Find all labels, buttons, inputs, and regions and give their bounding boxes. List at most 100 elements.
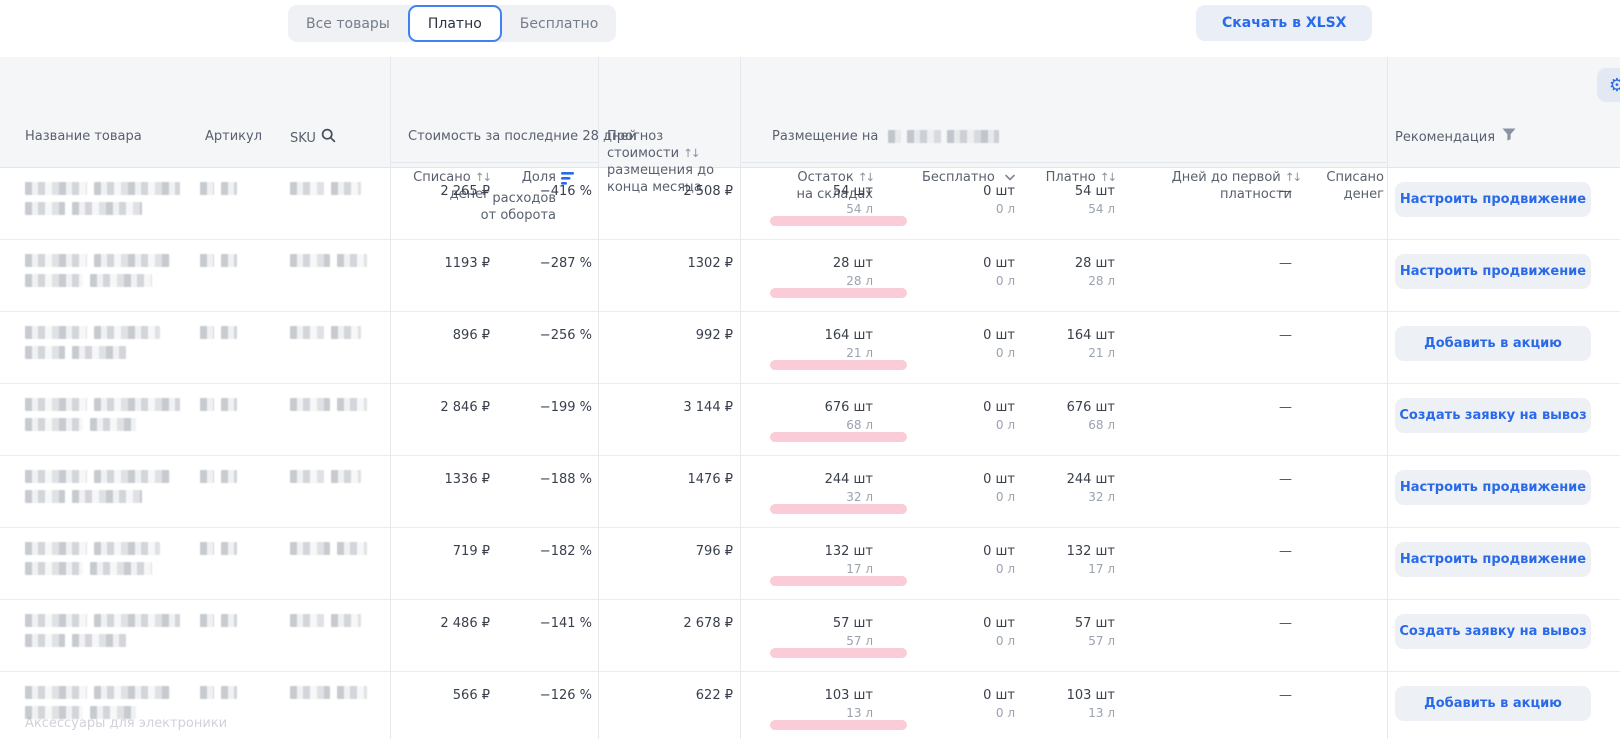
col-group-cost-28-days: Стоимость за последние 28 дней xyxy=(408,128,637,145)
redacted-text xyxy=(94,542,160,555)
redacted-text xyxy=(72,202,142,215)
product-sku-redacted xyxy=(290,398,386,418)
redacted-text xyxy=(25,634,65,647)
header-tier-divider-right xyxy=(740,162,1387,163)
column-divider xyxy=(740,57,741,739)
redacted-text xyxy=(94,326,160,339)
stock-volume-value: 57 л xyxy=(740,634,873,648)
download-xlsx-button[interactable]: Скачать в XLSX xyxy=(1196,5,1372,41)
recommendation-cell: Настроить продвижение xyxy=(1395,470,1591,505)
redacted-warehouse-name xyxy=(888,130,999,143)
forecast-value: 796 ₽ xyxy=(600,544,733,559)
days-to-first-charge-value: — xyxy=(1160,472,1292,487)
filter-funnel-icon[interactable] xyxy=(1502,128,1516,146)
redacted-text xyxy=(25,470,87,483)
charged-money-value: 2 265 ₽ xyxy=(390,184,490,199)
stock-level-bar xyxy=(770,360,907,370)
charged-money-value: 1193 ₽ xyxy=(390,256,490,271)
row-action-button[interactable]: Создать заявку на вывоз xyxy=(1395,398,1591,433)
stock-value: 57 шт57 л xyxy=(740,616,873,648)
redacted-text xyxy=(200,254,214,267)
redacted-text xyxy=(94,398,180,411)
product-name-redacted[interactable] xyxy=(25,254,190,294)
stock-volume-value: 68 л xyxy=(740,418,873,432)
days-to-first-charge-value: — xyxy=(1160,400,1292,415)
redacted-text xyxy=(200,542,214,555)
redacted-text xyxy=(290,542,330,555)
sort-icon[interactable]: ↑↓ xyxy=(683,146,698,160)
free-volume-value: 0 л xyxy=(880,418,1015,432)
redacted-text xyxy=(94,182,180,195)
paid-placement-value: 28 шт28 л xyxy=(1000,256,1115,288)
paid-volume-value: 32 л xyxy=(1000,490,1115,504)
stock-volume-value: 28 л xyxy=(740,274,873,288)
product-name-redacted[interactable] xyxy=(25,470,190,510)
charged-money-value: 2 486 ₽ xyxy=(390,616,490,631)
col-header-product-name: Название товара xyxy=(25,128,142,145)
redacted-text xyxy=(221,254,237,267)
expense-share-value: −287 % xyxy=(495,256,592,271)
redacted-text xyxy=(200,614,214,627)
table-row: 1336 ₽−188 %1476 ₽244 шт32 л0 шт0 л244 ш… xyxy=(0,456,1620,528)
stock-value: 28 шт28 л xyxy=(740,256,873,288)
expense-share-value: −188 % xyxy=(495,472,592,487)
product-article-redacted xyxy=(200,542,280,562)
table-settings-gear-button[interactable]: ⚙ xyxy=(1597,68,1620,102)
product-name-redacted[interactable] xyxy=(25,326,190,366)
redacted-text xyxy=(200,182,214,195)
redacted-text xyxy=(200,686,214,699)
tab-paid[interactable]: Платно xyxy=(408,5,502,42)
table-row: 2 846 ₽−199 %3 144 ₽676 шт68 л0 шт0 л676… xyxy=(0,384,1620,456)
product-name-redacted[interactable] xyxy=(25,182,190,222)
stock-value: 164 шт21 л xyxy=(740,328,873,360)
free-placement-value: 0 шт0 л xyxy=(880,400,1015,432)
product-article-redacted xyxy=(200,398,280,418)
stock-level-bar xyxy=(770,504,907,514)
paid-volume-value: 17 л xyxy=(1000,562,1115,576)
row-action-button[interactable]: Добавить в акцию xyxy=(1395,326,1591,361)
paid-placement-value: 103 шт13 л xyxy=(1000,688,1115,720)
product-sku-redacted xyxy=(290,470,386,490)
row-action-button[interactable]: Создать заявку на вывоз xyxy=(1395,614,1591,649)
search-icon[interactable] xyxy=(321,128,336,148)
row-action-button[interactable]: Настроить продвижение xyxy=(1395,182,1591,217)
free-volume-value: 0 л xyxy=(880,346,1015,360)
tab-free[interactable]: Бесплатно xyxy=(502,5,616,42)
days-to-first-charge-value: — xyxy=(1160,184,1292,199)
product-name-redacted[interactable] xyxy=(25,398,190,438)
stock-value: 132 шт17 л xyxy=(740,544,873,576)
redacted-text xyxy=(25,202,65,215)
paid-volume-value: 21 л xyxy=(1000,346,1115,360)
recommendation-cell: Настроить продвижение xyxy=(1395,254,1591,289)
redacted-text xyxy=(331,614,361,627)
redacted-text xyxy=(200,398,214,411)
product-article-redacted xyxy=(200,326,280,346)
days-to-first-charge-value: — xyxy=(1160,688,1292,703)
stock-volume-value: 13 л xyxy=(740,706,873,720)
redacted-text xyxy=(290,470,324,483)
free-placement-value: 0 шт0 л xyxy=(880,256,1015,288)
charged-money-value: 896 ₽ xyxy=(390,328,490,343)
redacted-text xyxy=(25,346,65,359)
redacted-text xyxy=(290,254,330,267)
expense-share-value: −182 % xyxy=(495,544,592,559)
days-to-first-charge-value: — xyxy=(1160,328,1292,343)
redacted-text xyxy=(25,274,83,287)
row-action-button[interactable]: Настроить продвижение xyxy=(1395,254,1591,289)
free-volume-value: 0 л xyxy=(880,634,1015,648)
tab-all-products[interactable]: Все товары xyxy=(288,5,408,42)
recommendation-cell: Создать заявку на вывоз xyxy=(1395,614,1591,649)
row-action-button[interactable]: Настроить продвижение xyxy=(1395,470,1591,505)
product-name-redacted[interactable] xyxy=(25,614,190,654)
redacted-text xyxy=(290,182,324,195)
column-divider xyxy=(390,57,391,739)
product-article-redacted xyxy=(200,254,280,274)
product-name-redacted[interactable] xyxy=(25,542,190,582)
stock-value: 676 шт68 л xyxy=(740,400,873,432)
row-action-button[interactable]: Настроить продвижение xyxy=(1395,542,1591,577)
product-sku-redacted xyxy=(290,326,386,346)
expense-share-value: −141 % xyxy=(495,616,592,631)
days-to-first-charge-value: — xyxy=(1160,616,1292,631)
row-action-button[interactable]: Добавить в акцию xyxy=(1395,686,1591,721)
redacted-text xyxy=(25,562,83,575)
